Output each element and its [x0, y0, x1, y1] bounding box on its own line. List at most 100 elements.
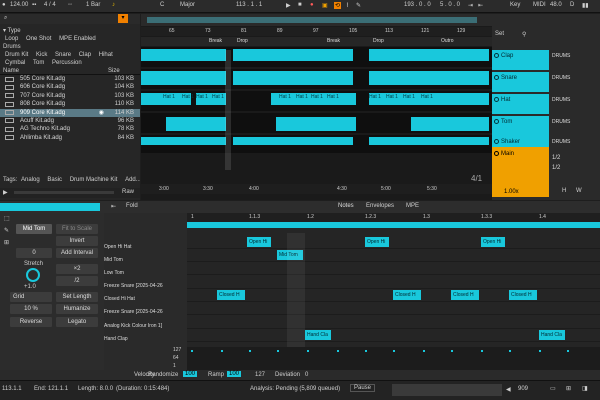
deviation-button[interactable]: Deviation [275, 372, 300, 378]
groove-icon[interactable]: ◦◦ [68, 2, 72, 8]
follow-icon[interactable]: ♪ [112, 2, 115, 8]
velocity-mark[interactable] [337, 350, 339, 352]
chip-drum-kit[interactable]: Drum Kit [3, 51, 30, 59]
pause-button[interactable]: Pause [350, 384, 376, 392]
fit-to-scale-button[interactable]: Fit to Scale [56, 224, 98, 234]
beat-ruler[interactable]: 1 1.1.3 1.2 1.2.3 1.3 1.3.3 1.4 [187, 213, 600, 222]
velocity-mark[interactable] [481, 350, 483, 352]
browser-file-row[interactable]: AG Techno Kit.adg 78 KB [0, 125, 140, 133]
browser-search[interactable]: ⌕ ▾ [0, 14, 140, 24]
zoom-value[interactable]: 1.00x [504, 189, 519, 195]
locator-drop[interactable]: Drop [373, 38, 384, 44]
ramp-button[interactable]: Ramp [208, 372, 224, 378]
set-button[interactable]: Set [495, 31, 504, 37]
velocity-mark[interactable] [393, 350, 395, 352]
closed-hihat-note[interactable]: Closed H [451, 290, 479, 300]
stop-icon[interactable]: ■ [298, 2, 302, 8]
locator-break[interactable]: Break [209, 38, 222, 44]
locator-row[interactable]: Break Drop Break Drop Outro [141, 37, 492, 46]
drum-lane-name[interactable]: Closed Hi Hat [104, 296, 135, 302]
closed-hihat-note[interactable]: Closed H [509, 290, 537, 300]
tag-basic[interactable]: Basic [45, 176, 64, 184]
clip[interactable] [233, 137, 353, 145]
drum-lane-name[interactable]: Open Hi Hat [104, 244, 132, 250]
tab-notes[interactable]: Notes [338, 203, 354, 209]
width-toggle[interactable]: W [576, 188, 582, 194]
closed-hihat-note[interactable]: Closed H [393, 290, 421, 300]
position-display[interactable]: 113 . 1 . 1 [236, 2, 262, 8]
chip-kick[interactable]: Kick [34, 51, 49, 59]
ramp-start-value[interactable]: 100 [227, 371, 242, 377]
loop-switch-icon[interactable]: ⇤ [478, 2, 483, 9]
key-map-button[interactable]: Key [510, 2, 520, 8]
clip[interactable] [411, 117, 489, 131]
browser-file-row[interactable]: Acuff Kit.adg 96 KB [0, 117, 140, 125]
clip[interactable] [166, 117, 226, 131]
main-track-header[interactable]: Main [492, 147, 549, 197]
randomize-value[interactable]: 100 [183, 371, 198, 377]
chip-mpe-enabled[interactable]: MPE Enabled [57, 35, 98, 43]
clip[interactable] [369, 49, 489, 61]
tag-drum-machine-kit[interactable]: Drum Machine Kit [68, 176, 120, 184]
track-activator-icon[interactable] [494, 53, 499, 58]
tempo-value[interactable]: 124.00 [10, 2, 28, 8]
fold-button[interactable]: Fold [126, 203, 138, 209]
midi-map-button[interactable]: MIDI [533, 2, 546, 8]
chip-snare[interactable]: Snare [53, 51, 73, 59]
chip-loop[interactable]: Loop [3, 35, 20, 43]
track-routing[interactable]: DRUMS [550, 53, 600, 59]
locator-break[interactable]: Break [327, 38, 340, 44]
drum-lane-name[interactable]: Analog Kick Colour Iron 1] [104, 323, 162, 329]
clip[interactable] [369, 137, 489, 145]
height-toggle[interactable]: H [562, 188, 566, 194]
nav-left-icon[interactable]: ◀ [506, 386, 511, 393]
track-header-tom[interactable]: Tom [492, 116, 549, 136]
velocity-mark[interactable] [277, 350, 279, 352]
browser-file-row[interactable]: 606 Core Kit.adg 104 KB [0, 83, 140, 91]
tag-analog[interactable]: Analog [19, 176, 42, 184]
chip-tom[interactable]: Tom [31, 59, 46, 67]
collapse-icon[interactable]: ⇤ [111, 203, 116, 210]
velocity-mark[interactable] [567, 350, 569, 352]
selected-pad-field[interactable]: Mid Tom [16, 224, 52, 234]
arrangement-record-icon[interactable]: ▣ [322, 2, 328, 9]
velocity-mark[interactable] [451, 350, 453, 352]
velocity-mark[interactable] [249, 350, 251, 352]
closed-hihat-note[interactable]: Closed H [217, 290, 245, 300]
hand-clap-note[interactable]: Hand Cla [539, 330, 565, 340]
note-lane[interactable] [187, 316, 600, 329]
velocity-mark[interactable] [221, 350, 223, 352]
track-activator-icon[interactable] [494, 97, 499, 102]
drum-lane-name[interactable]: Mid Tom [104, 257, 123, 263]
tab-envelopes[interactable]: Envelopes [366, 203, 394, 209]
clip[interactable] [233, 71, 353, 85]
track-header-hat[interactable]: Hat [492, 94, 549, 114]
velocity-mark[interactable] [191, 350, 193, 352]
column-size[interactable]: Size [108, 67, 120, 74]
raw-toggle[interactable]: Raw [122, 189, 134, 195]
open-hihat-note[interactable]: Open Hi [247, 237, 271, 247]
drum-lane-name[interactable]: Freeze Snare [2025-04-26 [104, 309, 163, 315]
drum-lane-name[interactable]: Low Tom [104, 270, 124, 276]
midi-icon[interactable]: ◨ [582, 385, 588, 392]
key-scale[interactable]: Major [180, 2, 195, 8]
preview-hotswap-icon[interactable]: ◉ [99, 109, 104, 117]
clip[interactable] [141, 49, 226, 61]
track-routing[interactable]: DRUMS [550, 119, 600, 125]
drum-lane-name[interactable]: Hand Clap [104, 336, 128, 342]
chip-hihat[interactable]: Hihat [97, 51, 115, 59]
clip[interactable] [276, 117, 356, 131]
record-icon[interactable]: ● [310, 2, 314, 8]
main-route-2[interactable]: 1/2 [552, 165, 560, 171]
select-tool-icon[interactable]: ⬚ [4, 215, 11, 227]
browser-file-row[interactable]: 909 Core Kit.adg 114 KB ◉ [0, 108, 140, 117]
preview-icon[interactable]: ▶ [3, 189, 8, 196]
browser-file-row[interactable]: 808 Core Kit.adg 110 KB [0, 100, 140, 108]
velocity-mark[interactable] [423, 350, 425, 352]
draw-mode-icon[interactable]: ✎ [356, 2, 361, 9]
browser-menu-icon[interactable]: ▾ [118, 14, 128, 23]
search-icon[interactable]: ⌕ [4, 15, 7, 22]
metronome-icon[interactable]: ● [2, 2, 6, 8]
randomize-button[interactable]: Randomize [148, 372, 178, 378]
track-routing[interactable]: DRUMS [550, 139, 600, 145]
